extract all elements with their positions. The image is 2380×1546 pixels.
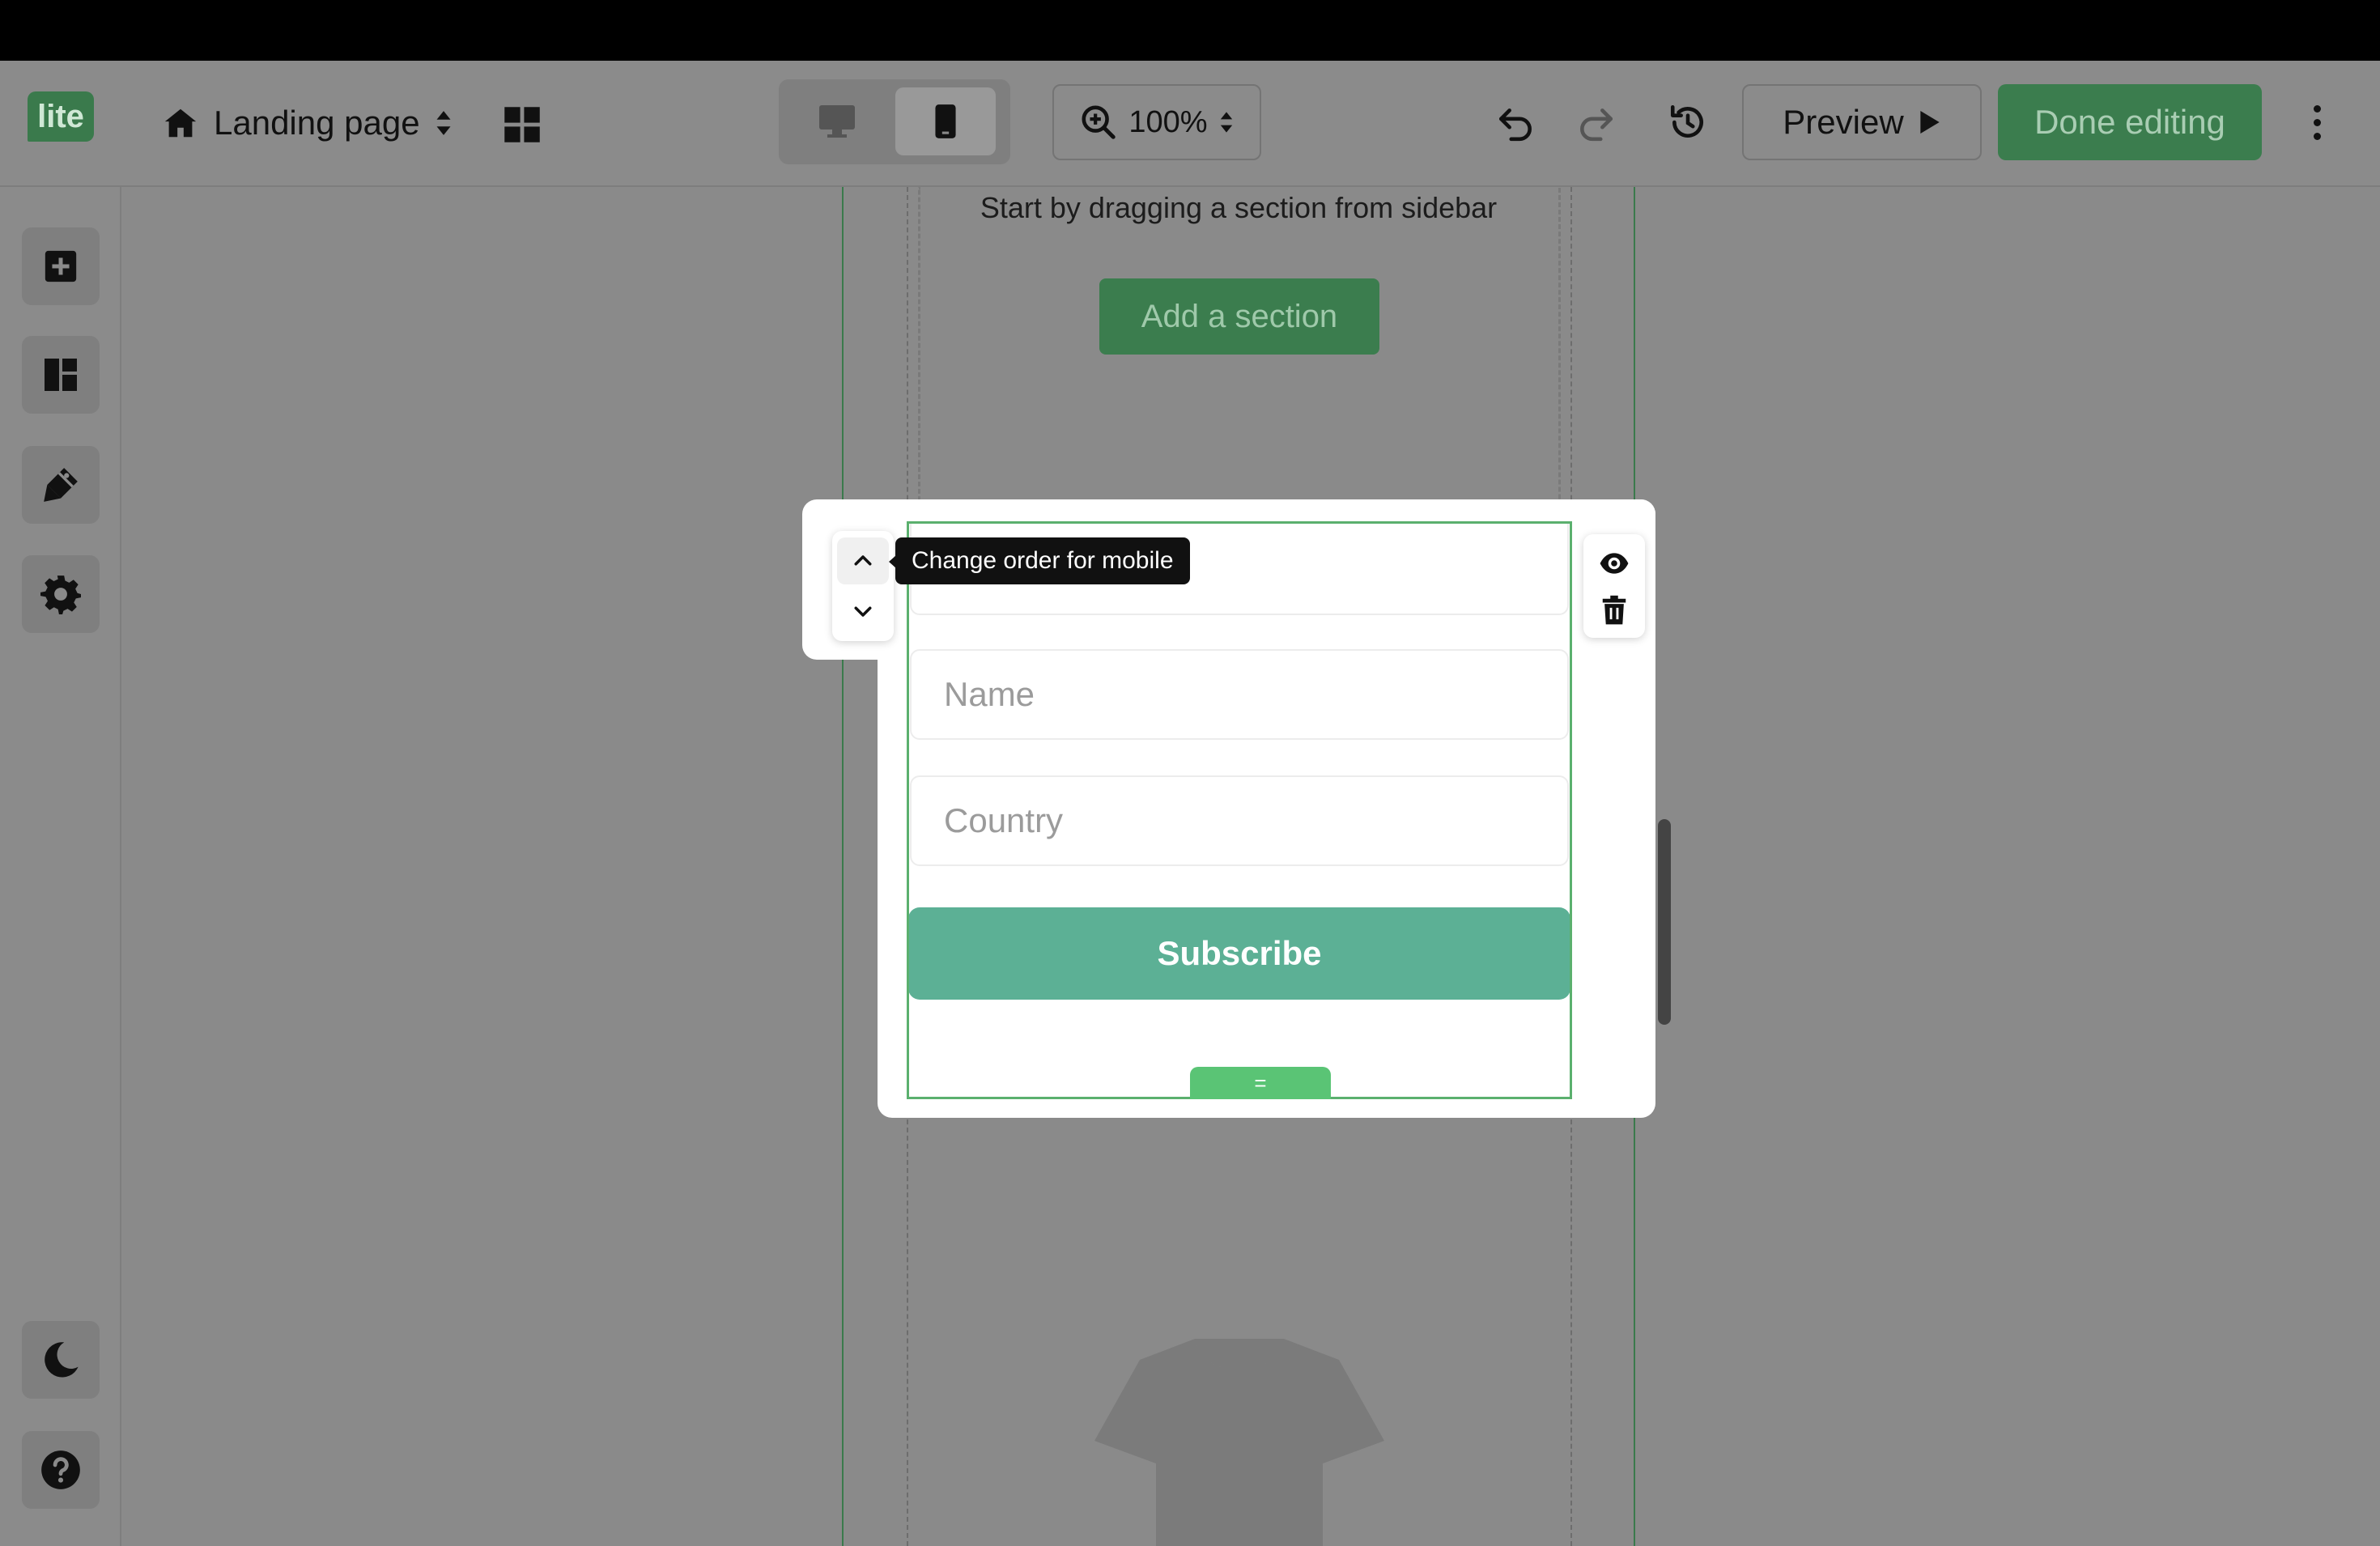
app-logo[interactable]: lite <box>28 91 94 142</box>
eye-icon <box>1600 553 1629 574</box>
zoom-level: 100% <box>1128 104 1208 139</box>
redo-icon <box>1580 108 1613 142</box>
selected-form-outline <box>907 521 1572 1099</box>
grid-icon <box>504 107 540 142</box>
more-vertical-icon <box>2313 104 2321 113</box>
delete-block-button[interactable] <box>1588 588 1640 633</box>
redo-button[interactable] <box>1569 96 1622 149</box>
design-brush-icon <box>44 468 78 502</box>
change-order-tooltip: Change order for mobile <box>895 537 1190 584</box>
history-icon <box>1670 104 1703 138</box>
history-button[interactable] <box>1661 96 1715 149</box>
canvas-left-edge <box>842 187 844 1546</box>
settings-gear-icon <box>40 576 81 614</box>
add-section-button[interactable]: Add a section <box>1099 278 1379 355</box>
design-button[interactable] <box>22 446 100 524</box>
chevron-down-icon <box>854 606 872 617</box>
undo-button[interactable] <box>1490 96 1543 149</box>
add-block-icon <box>45 250 77 282</box>
move-down-button[interactable] <box>837 588 889 635</box>
block-resize-handle[interactable]: = <box>1190 1067 1331 1099</box>
desktop-view-button[interactable] <box>787 87 887 155</box>
page-name: Landing page <box>214 104 420 142</box>
undo-icon <box>1498 108 1532 142</box>
zoom-in-icon <box>1082 105 1116 139</box>
preview-button[interactable]: Preview <box>1742 84 1982 160</box>
dark-mode-button[interactable] <box>22 1321 100 1399</box>
empty-section-hint: Start by dragging a section from sidebar <box>980 191 1498 224</box>
home-icon <box>164 108 197 138</box>
pages-grid-button[interactable] <box>499 101 546 148</box>
settings-button[interactable] <box>22 555 100 633</box>
layout-button[interactable] <box>22 336 100 414</box>
toggle-visibility-button[interactable] <box>1588 541 1640 586</box>
move-up-button[interactable] <box>837 537 889 584</box>
layout-icon <box>45 359 77 391</box>
zoom-select[interactable]: 100% <box>1052 84 1261 160</box>
mobile-icon <box>935 104 956 138</box>
block-actions <box>1583 534 1645 638</box>
mobile-view-button[interactable] <box>895 87 996 155</box>
help-button[interactable] <box>22 1431 100 1509</box>
sort-arrows-icon <box>1220 112 1232 133</box>
dark-mode-moon-icon <box>45 1342 79 1378</box>
help-icon <box>41 1450 80 1489</box>
page-selector[interactable]: Landing page <box>162 96 453 151</box>
window-top-bar <box>0 0 2380 61</box>
more-menu-button[interactable] <box>2299 96 2335 149</box>
preview-label: Preview <box>1783 103 1904 141</box>
chevron-up-icon <box>854 555 872 566</box>
tshirt-image <box>1094 1339 1384 1546</box>
mobile-order-controls <box>832 531 894 641</box>
desktop-icon <box>819 105 855 138</box>
play-icon <box>1920 111 1940 134</box>
sort-arrows-icon <box>436 111 451 135</box>
done-editing-button[interactable]: Done editing <box>1998 84 2262 160</box>
add-block-button[interactable] <box>22 227 100 305</box>
canvas-scrollbar[interactable] <box>1658 819 1671 1025</box>
device-toggle <box>779 79 1010 164</box>
trash-icon <box>1602 595 1626 625</box>
